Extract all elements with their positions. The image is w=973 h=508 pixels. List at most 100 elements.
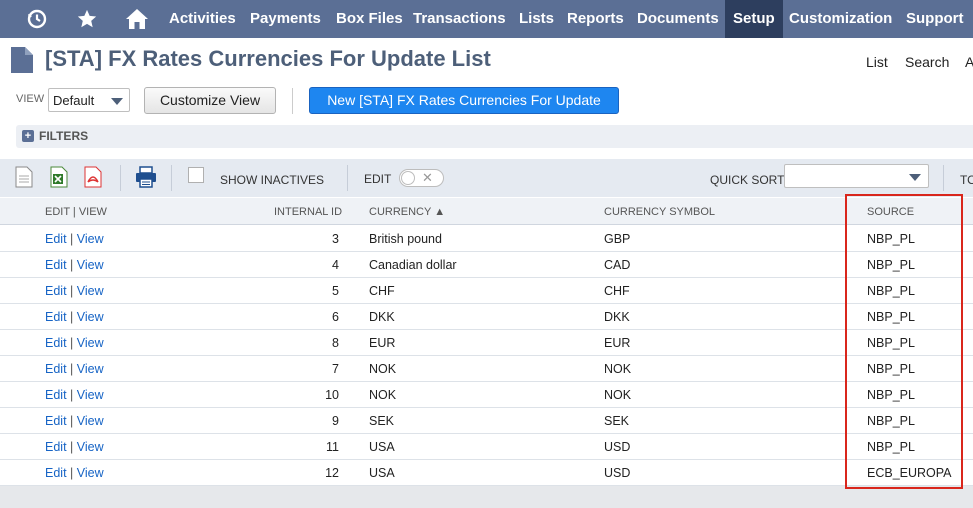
nav-documents[interactable]: Documents	[637, 0, 719, 38]
export-csv-icon[interactable]	[15, 166, 33, 193]
currency-cell: CHF	[369, 284, 395, 298]
edit-link[interactable]: Edit	[45, 258, 67, 272]
edit-link[interactable]: Edit	[45, 466, 67, 480]
nav-support[interactable]: Support	[906, 0, 964, 38]
nav-lists[interactable]: Lists	[519, 0, 554, 38]
nav-setup[interactable]: Setup	[725, 0, 783, 38]
chevron-down-icon	[909, 174, 921, 181]
show-inactives-label: SHOW INACTIVES	[220, 173, 325, 187]
view-link[interactable]: View	[77, 414, 104, 428]
plus-icon[interactable]: +	[22, 130, 34, 142]
edit-view-cell: Edit | View	[45, 232, 104, 246]
header-internal-id[interactable]: INTERNAL ID	[274, 206, 342, 218]
internal-id-cell: 11	[326, 440, 339, 454]
view-link[interactable]: View	[77, 258, 104, 272]
edit-link[interactable]: Edit	[45, 284, 67, 298]
print-icon[interactable]	[135, 166, 157, 193]
view-link[interactable]: View	[77, 466, 104, 480]
view-link[interactable]: View	[77, 388, 104, 402]
internal-id-cell: 8	[332, 336, 339, 350]
edit-view-cell: Edit | View	[45, 466, 104, 480]
new-record-button[interactable]: New [STA] FX Rates Currencies For Update	[309, 87, 619, 114]
table-row: Edit | View 12 USA USD ECB_EUROPA	[0, 460, 973, 486]
edit-link[interactable]: Edit	[45, 388, 67, 402]
view-link[interactable]: View	[77, 336, 104, 350]
separator: |	[66, 362, 77, 376]
list-link[interactable]: List	[866, 54, 888, 70]
currency-symbol-cell: USD	[604, 466, 631, 480]
edit-view-cell: Edit | View	[45, 388, 104, 402]
internal-id-cell: 7	[332, 362, 339, 376]
edit-toggle[interactable]: ✕	[399, 169, 444, 187]
internal-id-cell: 12	[325, 466, 339, 480]
currency-symbol-cell: USD	[604, 440, 631, 454]
page-title: [STA] FX Rates Currencies For Update Lis…	[45, 46, 491, 71]
recent-icon[interactable]	[20, 0, 54, 38]
star-icon[interactable]	[70, 0, 104, 38]
view-label: VIEW	[16, 93, 45, 105]
header-edit-view: EDIT | VIEW	[45, 206, 107, 218]
header-currency-symbol[interactable]: CURRENCY SYMBOL	[604, 206, 715, 218]
edit-view-cell: Edit | View	[45, 336, 104, 350]
nav-payments[interactable]: Payments	[250, 0, 321, 38]
export-excel-icon[interactable]	[50, 166, 68, 193]
edit-link[interactable]: Edit	[45, 414, 67, 428]
search-link[interactable]: Search	[905, 54, 949, 70]
truncated-link[interactable]: A	[965, 54, 973, 70]
currency-symbol-cell: NOK	[604, 362, 632, 376]
edit-link[interactable]: Edit	[45, 440, 67, 454]
edit-link[interactable]: Edit	[45, 362, 67, 376]
currency-cell: USA	[369, 440, 395, 454]
edit-toggle-label: EDIT	[364, 172, 392, 186]
table-row: Edit | View 4 Canadian dollar CAD NBP_PL	[0, 252, 973, 278]
currency-symbol-cell: DKK	[604, 310, 630, 324]
toolbar-divider	[171, 165, 172, 191]
chevron-down-icon	[111, 98, 123, 105]
view-link[interactable]: View	[77, 232, 104, 246]
home-icon[interactable]	[120, 0, 154, 38]
internal-id-cell: 9	[332, 414, 339, 428]
currency-cell: EUR	[369, 336, 396, 350]
quick-sort-select[interactable]	[784, 164, 929, 188]
currency-cell: NOK	[369, 388, 397, 402]
view-link[interactable]: View	[77, 440, 104, 454]
edit-view-cell: Edit | View	[45, 258, 104, 272]
nav-transactions[interactable]: Transactions	[413, 0, 506, 38]
nav-activities[interactable]: Activities	[169, 0, 236, 38]
nav-box-files[interactable]: Box Files	[336, 0, 403, 38]
currency-symbol-cell: NOK	[604, 388, 632, 402]
view-select[interactable]: Default	[48, 88, 130, 112]
edit-view-cell: Edit | View	[45, 284, 104, 298]
customize-view-button[interactable]: Customize View	[144, 87, 276, 114]
quick-sort-label: QUICK SORT	[710, 173, 785, 187]
currency-cell: NOK	[369, 362, 397, 376]
filters-bar[interactable]: + FILTERS	[16, 125, 973, 148]
edit-view-cell: Edit | View	[45, 440, 104, 454]
show-inactives-checkbox[interactable]	[188, 167, 204, 183]
separator: |	[66, 466, 77, 480]
table-row: Edit | View 3 British pound GBP NBP_PL	[0, 226, 973, 252]
edit-link[interactable]: Edit	[45, 310, 67, 324]
table-header: EDIT | VIEW INTERNAL ID CURRENCY ▲ CURRE…	[0, 198, 973, 225]
table-row: Edit | View 5 CHF CHF NBP_PL	[0, 278, 973, 304]
header-currency[interactable]: CURRENCY ▲	[369, 206, 445, 218]
edit-view-cell: Edit | View	[45, 414, 104, 428]
separator: |	[66, 414, 77, 428]
table-row: Edit | View 8 EUR EUR NBP_PL	[0, 330, 973, 356]
top-navigation: Activities Payments Box Files Transactio…	[0, 0, 973, 38]
export-pdf-icon[interactable]	[84, 166, 102, 193]
edit-link[interactable]: Edit	[45, 232, 67, 246]
view-link[interactable]: View	[77, 310, 104, 324]
edit-link[interactable]: Edit	[45, 336, 67, 350]
table-footer	[0, 486, 973, 508]
internal-id-cell: 6	[332, 310, 339, 324]
nav-customization[interactable]: Customization	[789, 0, 892, 38]
edit-view-cell: Edit | View	[45, 310, 104, 324]
nav-reports[interactable]: Reports	[567, 0, 624, 38]
internal-id-cell: 5	[332, 284, 339, 298]
view-link[interactable]: View	[77, 284, 104, 298]
separator: |	[66, 284, 77, 298]
currency-cell: Canadian dollar	[369, 258, 457, 272]
view-link[interactable]: View	[77, 362, 104, 376]
table-row: Edit | View 11 USA USD NBP_PL	[0, 434, 973, 460]
